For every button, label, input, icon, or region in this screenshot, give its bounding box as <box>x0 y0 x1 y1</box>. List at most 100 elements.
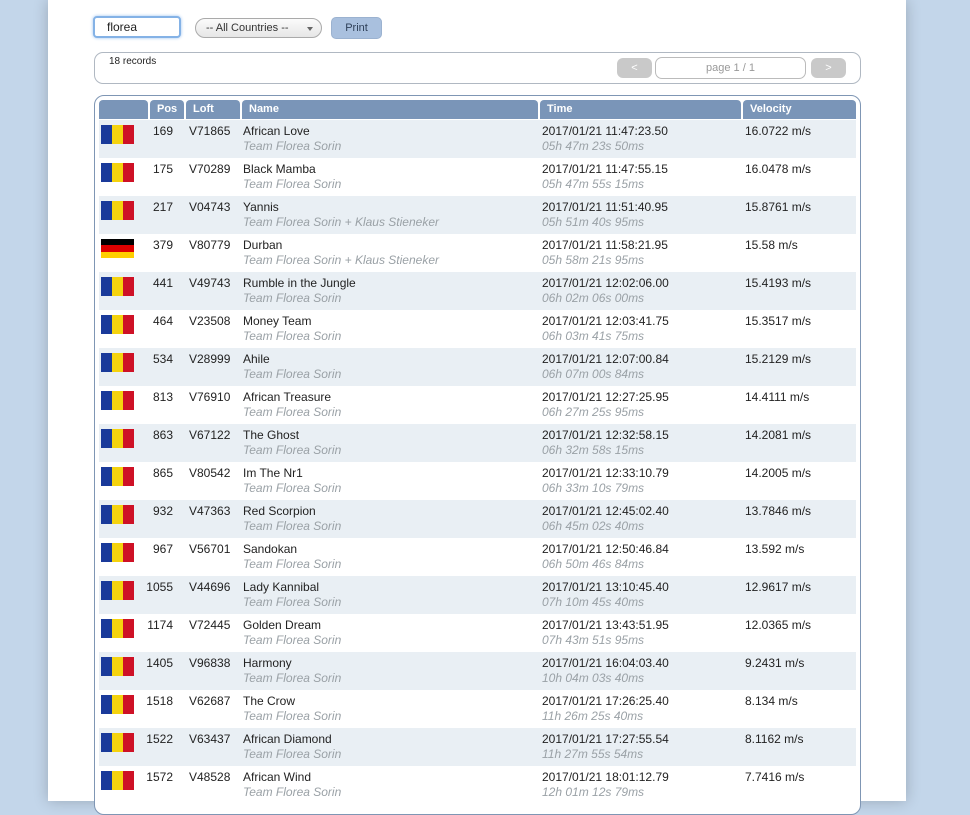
next-page-button[interactable]: > <box>811 58 846 78</box>
velocity-cell: 14.2081 m/s <box>745 428 812 442</box>
pigeon-name: Durban <box>243 238 283 252</box>
romania-flag-icon <box>101 201 134 220</box>
pos-cell: 967 <box>152 542 173 556</box>
column-header-velocity[interactable]: Velocity <box>743 100 856 119</box>
table-row[interactable]: 1405 V96838 Harmony Team Florea Sorin 2017/0… <box>99 652 856 690</box>
team-name: Team Florea Sorin <box>243 481 342 495</box>
pos-cell: 865 <box>152 466 173 480</box>
pigeon-name: African Diamond <box>243 732 332 746</box>
pos-cell: 1055 <box>146 580 173 594</box>
elapsed-time: 12h 01m 12s 79ms <box>542 785 645 799</box>
table-row[interactable]: 441 V49743 Rumble in the Jungle Team Florea… <box>99 272 856 310</box>
velocity-cell: 15.2129 m/s <box>745 352 812 366</box>
pigeon-name: African Wind <box>243 770 312 784</box>
table-body: 169 V71865 African Love Team Florea Sorin 20… <box>99 120 856 804</box>
pigeon-name: Rumble in the Jungle <box>243 276 356 290</box>
loft-cell: V49743 <box>189 276 231 290</box>
pigeon-name: Money Team <box>243 314 312 328</box>
arrival-time: 2017/01/21 12:27:25.95 <box>542 390 669 404</box>
romania-flag-icon <box>101 771 134 790</box>
velocity-cell: 15.58 m/s <box>745 238 798 252</box>
table-row[interactable]: 865 V80542 Im The Nr1 Team Florea Sorin 2017… <box>99 462 856 500</box>
column-header-loft[interactable]: Loft <box>186 100 240 119</box>
team-name: Team Florea Sorin <box>243 329 342 343</box>
loft-cell: V23508 <box>189 314 231 328</box>
search-input[interactable] <box>93 16 181 38</box>
arrival-time: 2017/01/21 17:26:25.40 <box>542 694 669 708</box>
team-name: Team Florea Sorin <box>243 519 342 533</box>
team-name: Team Florea Sorin <box>243 177 342 191</box>
pos-cell: 217 <box>152 200 173 214</box>
table-row[interactable]: 169 V71865 African Love Team Florea Sorin 20… <box>99 120 856 158</box>
table-row[interactable]: 379 V80779 Durban Team Florea Sorin + Klaus… <box>99 234 856 272</box>
romania-flag-icon <box>101 733 134 752</box>
romania-flag-icon <box>101 353 134 372</box>
pigeon-name: African Treasure <box>243 390 332 404</box>
velocity-cell: 16.0722 m/s <box>745 124 812 138</box>
team-name: Team Florea Sorin <box>243 139 342 153</box>
arrival-time: 2017/01/21 11:47:55.15 <box>542 162 668 176</box>
table-row[interactable]: 217 V04743 Yannis Team Florea Sorin + Klaus… <box>99 196 856 234</box>
loft-cell: V76910 <box>189 390 231 404</box>
velocity-cell: 9.2431 m/s <box>745 656 805 670</box>
pos-cell: 1405 <box>146 656 173 670</box>
table-header: Pos Loft Name Time Velocity <box>99 100 856 119</box>
table-row[interactable]: 175 V70289 Black Mamba Team Florea Sorin 201… <box>99 158 856 196</box>
pos-cell: 441 <box>152 276 173 290</box>
pos-cell: 169 <box>152 124 173 138</box>
loft-cell: V67122 <box>189 428 231 442</box>
romania-flag-icon <box>101 429 134 448</box>
table-row[interactable]: 1522 V63437 African Diamond Team Florea Sor… <box>99 728 856 766</box>
table-row[interactable]: 464 V23508 Money Team Team Florea Sorin 2017… <box>99 310 856 348</box>
table-row[interactable]: 813 V76910 African Treasure Team Florea Sor… <box>99 386 856 424</box>
pigeon-name: Red Scorpion <box>243 504 316 518</box>
pigeon-name: African Love <box>243 124 310 138</box>
table-row[interactable]: 967 V56701 Sandokan Team Florea Sorin 2017/0… <box>99 538 856 576</box>
elapsed-time: 10h 04m 03s 40ms <box>542 671 645 685</box>
elapsed-time: 05h 51m 40s 95ms <box>542 215 645 229</box>
pigeon-name: The Ghost <box>243 428 300 442</box>
arrival-time: 2017/01/21 11:47:23.50 <box>542 124 668 138</box>
table-row[interactable]: 534 V28999 Ahile Team Florea Sorin 2017/01/2… <box>99 348 856 386</box>
country-select[interactable]: -- All Countries -- <box>195 18 322 38</box>
table-row[interactable]: 1572 V48528 African Wind Team Florea Sorin 2… <box>99 766 856 804</box>
velocity-cell: 8.134 m/s <box>745 694 798 708</box>
velocity-cell: 7.7416 m/s <box>745 770 805 784</box>
loft-cell: V71865 <box>189 124 231 138</box>
pos-cell: 932 <box>152 504 173 518</box>
romania-flag-icon <box>101 125 134 144</box>
pigeon-name: Sandokan <box>243 542 298 556</box>
pigeon-name: Golden Dream <box>243 618 322 632</box>
table-row[interactable]: 1055 V44696 Lady Kannibal Team Florea Sorin… <box>99 576 856 614</box>
pigeon-name: Black Mamba <box>243 162 316 176</box>
table-row[interactable]: 1174 V72445 Golden Dream Team Florea Sorin 2… <box>99 614 856 652</box>
elapsed-time: 05h 47m 55s 15ms <box>542 177 645 191</box>
column-header-name[interactable]: Name <box>242 100 538 119</box>
elapsed-time: 11h 27m 55s 54ms <box>542 747 644 761</box>
column-header-pos[interactable]: Pos <box>150 100 184 119</box>
table-row[interactable]: 932 V47363 Red Scorpion Team Florea Sorin 20… <box>99 500 856 538</box>
velocity-cell: 15.8761 m/s <box>745 200 812 214</box>
pigeon-name: Harmony <box>243 656 292 670</box>
elapsed-time: 07h 10m 45s 40ms <box>542 595 645 609</box>
loft-cell: V28999 <box>189 352 231 366</box>
loft-cell: V62687 <box>189 694 231 708</box>
table-row[interactable]: 1518 V62687 The Crow Team Florea Sorin 2017/… <box>99 690 856 728</box>
loft-cell: V70289 <box>189 162 231 176</box>
arrival-time: 2017/01/21 13:10:45.40 <box>542 580 669 594</box>
prev-page-button[interactable]: < <box>617 58 652 78</box>
pos-cell: 1572 <box>146 770 173 784</box>
table-row[interactable]: 863 V67122 The Ghost Team Florea Sorin 2017/… <box>99 424 856 462</box>
team-name: Team Florea Sorin + Klaus Stieneker <box>243 253 439 267</box>
results-table: Pos Loft Name Time Velocity 169 V71865 Afr… <box>94 95 861 815</box>
column-header-time[interactable]: Time <box>540 100 741 119</box>
print-button[interactable]: Print <box>331 17 382 39</box>
arrival-time: 2017/01/21 13:43:51.95 <box>542 618 669 632</box>
velocity-cell: 16.0478 m/s <box>745 162 812 176</box>
velocity-cell: 15.3517 m/s <box>745 314 812 328</box>
team-name: Team Florea Sorin + Klaus Stieneker <box>243 215 439 229</box>
team-name: Team Florea Sorin <box>243 747 342 761</box>
romania-flag-icon <box>101 657 134 676</box>
pos-cell: 863 <box>152 428 173 442</box>
elapsed-time: 07h 43m 51s 95ms <box>542 633 645 647</box>
